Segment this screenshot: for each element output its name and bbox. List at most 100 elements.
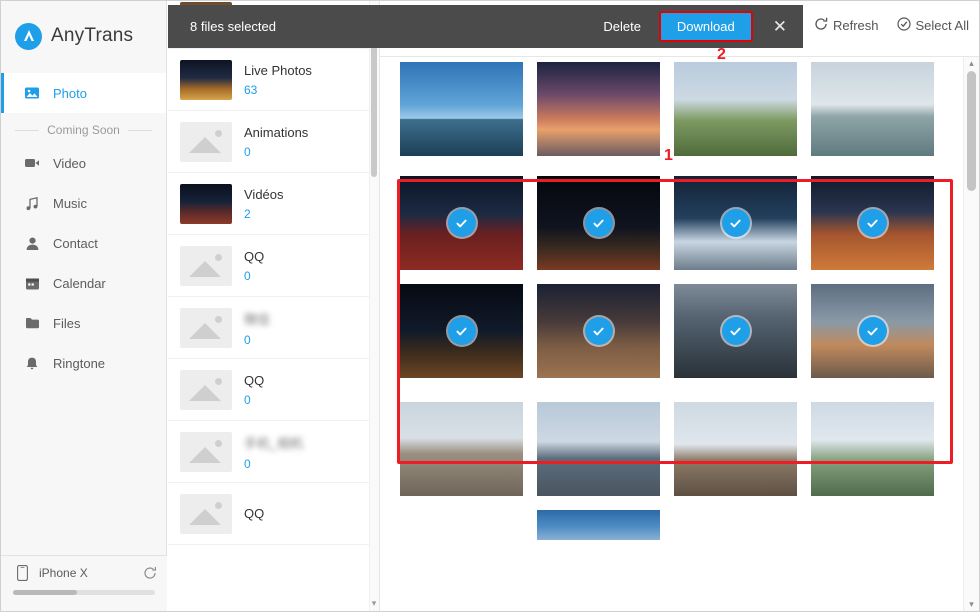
close-icon[interactable]: ✕	[773, 17, 787, 37]
album-row[interactable]: Vidéos 2	[168, 173, 379, 235]
sidebar-nav: Photo Coming Soon Video Music Contact Ca…	[1, 73, 166, 383]
photo-thumbnail	[537, 62, 660, 156]
photo-row	[400, 510, 960, 540]
album-row[interactable]: QQ	[168, 483, 379, 545]
photo-cell[interactable]	[674, 62, 797, 156]
album-meta: Live Photos 63	[244, 63, 312, 97]
album-list[interactable]: 84 Live Photos 63 Animations 0 Vidéos 2	[168, 1, 380, 611]
photo-scrollbar-thumb[interactable]	[967, 71, 976, 191]
photo-cell[interactable]	[811, 62, 934, 156]
photo-cell[interactable]	[674, 402, 797, 496]
anytrans-circle-logo	[15, 22, 42, 50]
check-icon[interactable]	[584, 209, 613, 237]
album-row[interactable]: 微信 0	[168, 297, 379, 359]
album-thumbnail-placeholder	[180, 431, 232, 472]
refresh-icon	[814, 17, 828, 34]
album-scrollbar[interactable]: ▾	[369, 1, 379, 611]
photo-cell-selected[interactable]	[811, 176, 934, 270]
photo-scrollbar[interactable]: ▴ ▾	[963, 57, 979, 611]
album-scrollbar-thumb[interactable]	[371, 27, 377, 177]
sidebar-item-label: Files	[53, 315, 81, 331]
photo-cell[interactable]	[537, 62, 660, 156]
sidebar-item-calendar[interactable]: Calendar	[1, 263, 166, 303]
photo-cell-selected[interactable]	[400, 284, 523, 378]
album-thumbnail	[180, 59, 232, 100]
photo-grid	[400, 62, 960, 554]
photo-cell[interactable]	[811, 402, 934, 496]
album-row[interactable]: QQ 0	[168, 235, 379, 297]
sidebar-item-ringtone[interactable]: Ringtone	[1, 343, 166, 383]
brand-name: AnyTrans	[51, 25, 134, 46]
photo-cell[interactable]	[537, 510, 660, 540]
album-meta: QQ 0	[244, 249, 264, 283]
sidebar-item-music[interactable]: Music	[1, 183, 166, 223]
album-meta: 手机_相机 0	[244, 433, 303, 471]
sidebar-item-video[interactable]: Video	[1, 143, 166, 183]
photo-cell[interactable]	[537, 402, 660, 496]
check-icon[interactable]	[447, 317, 476, 345]
chevron-down-icon[interactable]: ▾	[370, 599, 378, 608]
photo-thumbnail	[674, 402, 797, 496]
photo-thumbnail	[537, 402, 660, 496]
album-name: Animations	[244, 124, 309, 140]
sidebar-item-label: Photo	[53, 85, 87, 101]
album-name: Live Photos	[244, 62, 312, 78]
album-meta: Animations 0	[244, 125, 308, 159]
album-row[interactable]: 手机_相机 0	[168, 421, 379, 483]
files-icon	[23, 314, 41, 332]
check-icon[interactable]	[721, 209, 750, 237]
album-row[interactable]: QQ 0	[168, 359, 379, 421]
album-name: QQ	[244, 248, 265, 264]
refresh-label: Refresh	[832, 18, 879, 33]
sidebar-item-files[interactable]: Files	[1, 303, 166, 343]
photo-cell-selected[interactable]	[674, 176, 797, 270]
chevron-up-icon[interactable]: ▴	[967, 59, 976, 68]
album-count: 0	[244, 456, 251, 471]
album-meta: QQ	[244, 506, 264, 521]
selected-count-label: 8 files selected	[190, 19, 276, 34]
album-thumbnail-placeholder	[180, 121, 232, 162]
photo-thumbnail	[811, 62, 934, 156]
delete-button[interactable]: Delete	[603, 19, 641, 34]
album-name: QQ	[244, 506, 265, 521]
select-all-icon	[896, 17, 911, 34]
photo-icon	[23, 84, 41, 102]
select-all-button[interactable]: Select All	[896, 17, 969, 34]
photo-thumbnail	[537, 510, 660, 540]
video-icon	[23, 154, 41, 172]
check-icon[interactable]	[858, 209, 887, 237]
annotation-marker-1: 1	[664, 147, 673, 164]
sidebar-item-label: Contact	[53, 235, 98, 251]
photo-row	[400, 62, 960, 156]
album-meta: Vidéos 2	[244, 187, 284, 221]
photo-cell-selected[interactable]	[537, 176, 660, 270]
sidebar-item-label: Ringtone	[53, 355, 106, 371]
album-row[interactable]: Live Photos 63	[168, 49, 379, 111]
photo-cell-selected[interactable]	[674, 284, 797, 378]
photo-thumbnail	[674, 62, 797, 156]
check-icon[interactable]	[447, 209, 476, 237]
contact-icon	[23, 234, 41, 252]
device-status-bar: iPhone X	[1, 555, 167, 611]
album-count: 0	[244, 144, 251, 159]
album-thumbnail-placeholder	[180, 493, 232, 534]
sidebar-item-label: Calendar	[53, 275, 106, 291]
album-row[interactable]: Animations 0	[168, 111, 379, 173]
sidebar-item-contact[interactable]: Contact	[1, 223, 166, 263]
sidebar-item-photo[interactable]: Photo	[1, 73, 166, 113]
photo-thumbnail	[811, 402, 934, 496]
refresh-icon[interactable]	[143, 566, 157, 580]
refresh-button[interactable]: Refresh	[814, 17, 879, 34]
photo-cell[interactable]	[400, 62, 523, 156]
photo-cell-selected[interactable]	[537, 284, 660, 378]
select-all-label: Select All	[915, 18, 969, 33]
chevron-down-icon[interactable]: ▾	[967, 600, 976, 609]
check-icon[interactable]	[858, 317, 887, 345]
photo-cell[interactable]	[400, 402, 523, 496]
check-icon[interactable]	[584, 317, 613, 345]
coming-soon-divider: Coming Soon	[1, 113, 166, 143]
photo-cell-selected[interactable]	[811, 284, 934, 378]
photo-cell-selected[interactable]	[400, 176, 523, 270]
download-button[interactable]: Download	[658, 11, 753, 42]
check-icon[interactable]	[721, 317, 750, 345]
